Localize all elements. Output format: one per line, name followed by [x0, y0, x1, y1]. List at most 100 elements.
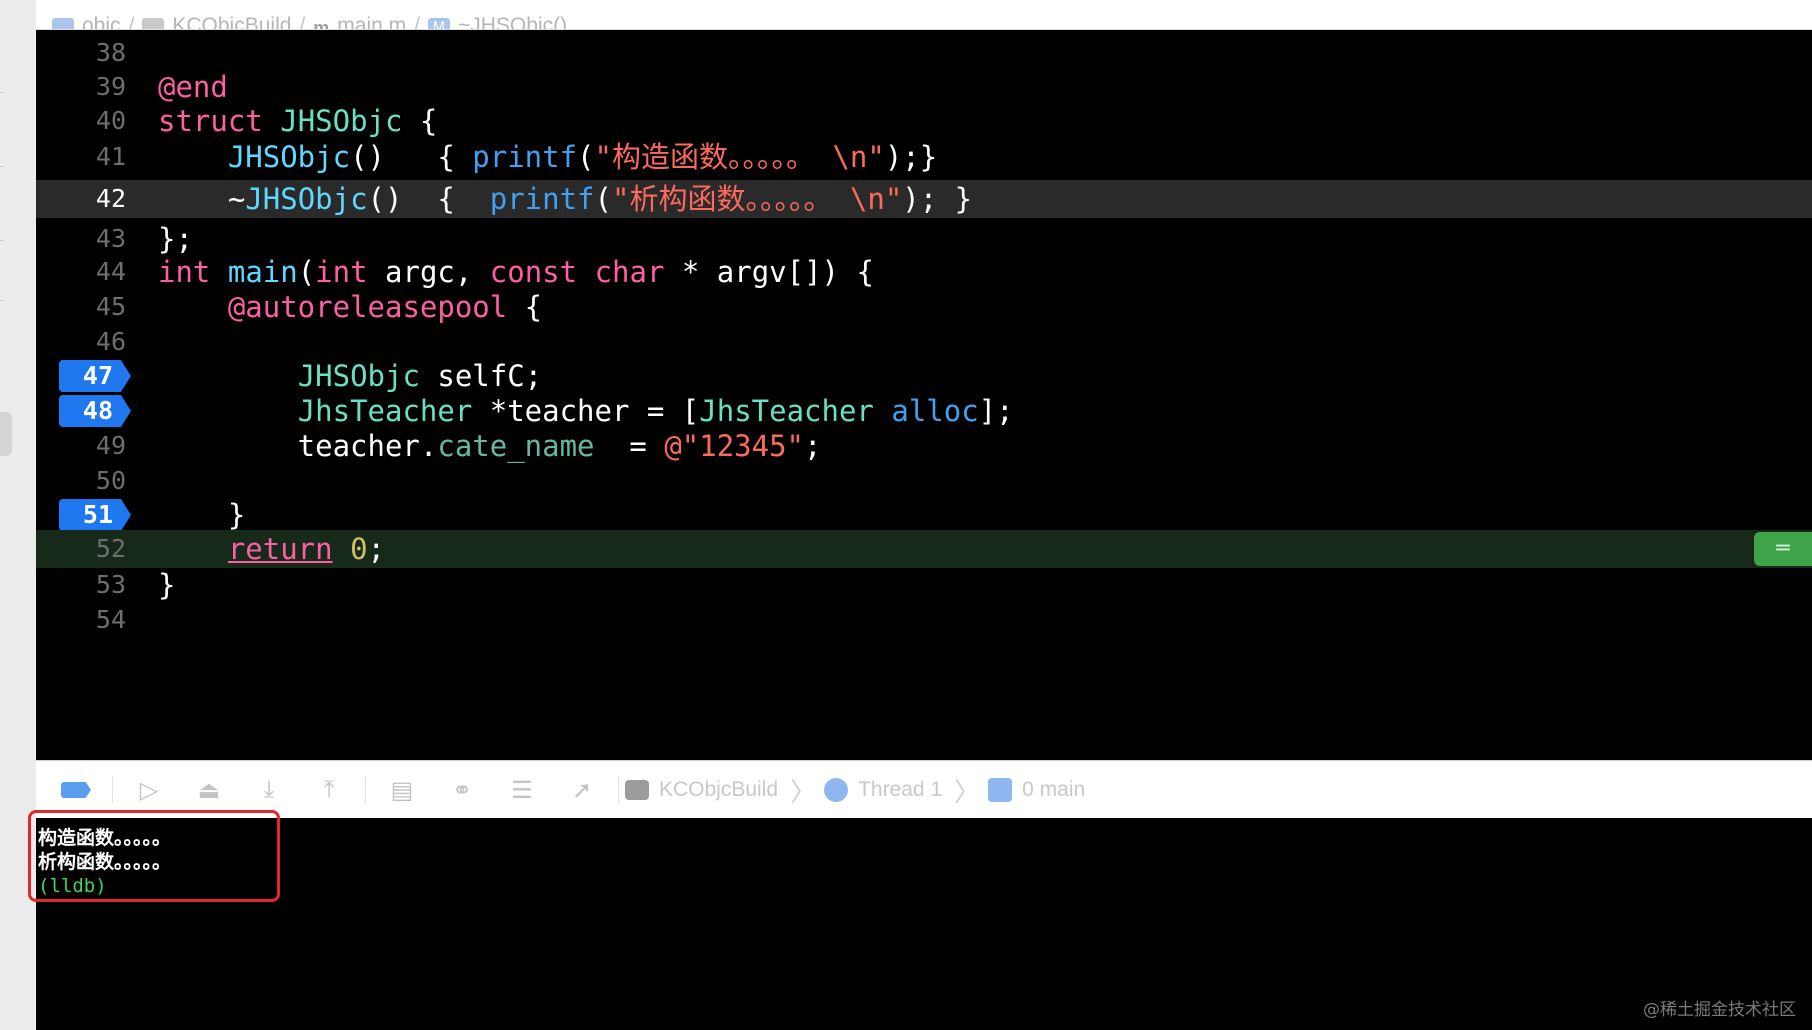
code-token: ; [367, 532, 386, 566]
toolbar-divider [112, 777, 113, 803]
breadcrumb-label: objc [82, 14, 121, 30]
environment-overrides-button[interactable]: ☰ [502, 774, 542, 806]
code-line[interactable]: 51 } [36, 496, 1812, 534]
code-token: JhsTeacher [699, 394, 874, 428]
code-line[interactable]: 49 teacher.cate_name = @"12345"; [36, 427, 1812, 465]
code-line[interactable]: 44 int main(int argc, const char * argv[]… [36, 253, 1812, 291]
view-hierarchy-button[interactable]: ▤ [382, 774, 422, 806]
code-line[interactable]: 50 [36, 462, 1812, 500]
code-line[interactable]: 48 JhsTeacher *teacher = [JhsTeacher all… [36, 392, 1812, 430]
code-token: argc, [367, 255, 490, 289]
step-out-button[interactable]: ⤒ [309, 774, 349, 806]
project-icon [52, 17, 74, 29]
line-number[interactable]: 42 [36, 180, 126, 218]
code-token: ( [594, 182, 612, 216]
code-token: = [594, 429, 665, 463]
line-number[interactable]: 49 [36, 427, 126, 465]
step-into-button[interactable]: ⤓ [249, 774, 289, 806]
toolbar-divider [365, 777, 366, 803]
code-line[interactable]: 53} [36, 566, 1812, 604]
code-text: JHSObjc() { printf("构造函数。。。。。 \n");} [158, 138, 937, 176]
step-over-button[interactable]: ⏏ [189, 774, 229, 806]
code-line[interactable]: 40 struct JHSObjc { [36, 102, 1812, 140]
debug-bar: ▷ ⏏ ⤓ ⤒ ▤ ⚭ ☰ ➚ KCObjcBuild 〉 Thread 1 〉 0 main [36, 760, 1812, 820]
navigator-resize-handle[interactable] [0, 412, 12, 456]
debug-breadcrumb-item[interactable]: KCObjcBuild [625, 778, 778, 802]
breadcrumb-separator: / [414, 14, 420, 30]
code-token: ]; [978, 394, 1014, 428]
debug-breadcrumb-item[interactable]: 0 main [988, 778, 1085, 802]
line-number[interactable]: 54 [36, 601, 126, 639]
breakpoints-toggle-button[interactable] [56, 774, 96, 806]
breadcrumb-separator: / [299, 14, 306, 30]
environment-overrides-icon: ☰ [511, 776, 533, 804]
instruction-pointer-icon[interactable]: ═ [1754, 532, 1812, 566]
debug-console[interactable]: 构造函数。。。。。 析构函数。。。。。 (lldb) [36, 818, 1812, 1030]
code-token: ; [804, 429, 822, 463]
code-line[interactable]: 52 return 0; ═ [36, 530, 1812, 568]
line-number[interactable]: 44 [36, 253, 126, 291]
line-number[interactable]: 38 [36, 34, 126, 72]
code-text: struct JHSObjc { [158, 102, 437, 140]
breakpoint-marker[interactable]: 47 [59, 360, 131, 392]
code-token: 0 [350, 532, 368, 566]
code-line[interactable]: 38 [36, 34, 1812, 72]
source-editor[interactable]: 38 39 @end 40 struct JHSObjc {41 JHSObjc() {… [36, 30, 1812, 760]
code-text: JHSObjc selfC; [158, 357, 542, 395]
breadcrumb-label: ~JHSObjc() [458, 14, 568, 30]
line-number[interactable]: 39 [36, 68, 126, 106]
simulate-location-button[interactable]: ➚ [562, 774, 602, 806]
breakpoint-icon [61, 782, 91, 798]
debug-breadcrumb-label: KCObjcBuild [659, 778, 779, 801]
line-number[interactable]: 45 [36, 288, 126, 326]
code-line[interactable]: 46 [36, 323, 1812, 361]
line-number[interactable]: 40 [36, 102, 126, 140]
chevron-right-icon: 〉 [790, 776, 817, 807]
code-token: );} [884, 140, 938, 174]
jump-bar: objc / KCObjcBuild / m main.m / M ~JHSObjc() [36, 0, 1812, 30]
stack-frame-icon [988, 778, 1013, 802]
simulate-location-icon: ➚ [571, 776, 593, 804]
code-token: "析构函数。。。。。 \n" [611, 182, 903, 216]
memory-graph-icon: ⚭ [451, 776, 473, 804]
breadcrumb-item[interactable]: m main.m [313, 14, 407, 30]
code-token: printf [472, 140, 578, 174]
code-token: JHSObjc [297, 359, 420, 393]
line-number[interactable]: 50 [36, 462, 126, 500]
code-text: teacher.cate_name = @"12345"; [158, 427, 822, 465]
code-token: int [315, 255, 368, 289]
breadcrumb-item[interactable]: M ~JHSObjc() [428, 14, 568, 30]
code-line[interactable]: 54 [36, 601, 1812, 639]
chevron-right-icon: 〉 [954, 776, 981, 807]
line-number[interactable]: 41 [36, 138, 126, 176]
code-line[interactable]: 47 JHSObjc selfC; [36, 357, 1812, 395]
breakpoint-marker[interactable]: 51 [59, 499, 131, 531]
line-number[interactable]: 46 [36, 323, 126, 361]
line-number[interactable]: 53 [36, 566, 126, 604]
breakpoint-marker[interactable]: 48 [59, 395, 131, 427]
debug-breadcrumb-item[interactable]: Thread 1 [824, 778, 942, 802]
code-line[interactable]: 42 ~JHSObjc() { printf("析构函数。。。。。 \n"); … [36, 180, 1812, 218]
code-text: int main(int argc, const char * argv[]) … [158, 253, 874, 291]
breadcrumb-separator: / [128, 14, 135, 30]
code-line[interactable]: 41 JHSObjc() { printf("构造函数。。。。。 \n");} [36, 138, 1812, 176]
code-line[interactable]: 45 @autoreleasepool { [36, 288, 1812, 326]
code-token: { [402, 104, 438, 138]
code-token: JHSObjc [280, 104, 403, 138]
code-line[interactable]: 39 @end [36, 68, 1812, 106]
breadcrumb-label: main.m [337, 14, 407, 30]
continue-button[interactable]: ▷ [129, 774, 169, 806]
breadcrumb-item[interactable]: objc [52, 14, 121, 30]
memory-graph-button[interactable]: ⚭ [442, 774, 482, 806]
view-hierarchy-icon: ▤ [390, 776, 414, 804]
breadcrumb-item[interactable]: KCObjcBuild [142, 14, 291, 29]
line-number[interactable]: 52 [36, 530, 126, 568]
debug-breadcrumb-label: Thread 1 [858, 778, 943, 801]
